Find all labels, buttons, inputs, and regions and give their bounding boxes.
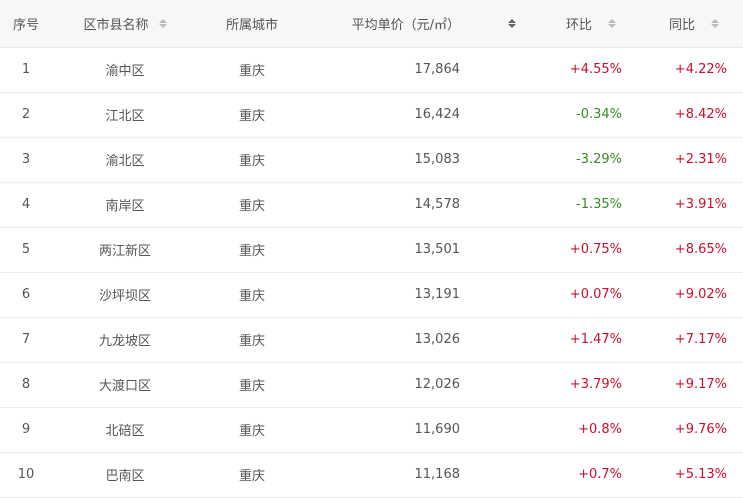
cell-price: 13,026 <box>306 317 536 363</box>
cell-city: 重庆 <box>198 407 306 453</box>
table-row: 10 巴南区 重庆 11,168 +0.7% +5.13% <box>0 452 743 498</box>
cell-price: 17,864 <box>306 47 536 93</box>
cell-city: 重庆 <box>198 317 306 363</box>
cell-city: 重庆 <box>198 182 306 228</box>
header-row: 序号 区市县名称 所属城市 平均单价（元/㎡） 环比 同比 <box>0 0 743 48</box>
cell-price: 13,191 <box>306 272 536 318</box>
cell-district: 沙坪坝区 <box>52 272 198 318</box>
cell-mom: +0.75% <box>536 227 640 273</box>
table-row: 4 南岸区 重庆 14,578 -1.35% +3.91% <box>0 182 743 228</box>
cell-price: 15,083 <box>306 137 536 183</box>
cell-yoy: +8.42% <box>640 92 743 138</box>
header-yoy[interactable]: 同比 <box>640 0 743 48</box>
cell-city: 重庆 <box>198 227 306 273</box>
cell-mom: +0.7% <box>536 452 640 498</box>
cell-idx: 7 <box>0 317 52 363</box>
table-row: 8 大渡口区 重庆 12,026 +3.79% +9.17% <box>0 362 743 408</box>
table-row: 5 两江新区 重庆 13,501 +0.75% +8.65% <box>0 227 743 273</box>
header-district-label: 区市县名称 <box>83 17 149 33</box>
table-body: 1 渝中区 重庆 17,864 +4.55% +4.22% 2 江北区 重庆 16,424 -0.3… <box>0 47 743 498</box>
cell-district: 南岸区 <box>52 182 198 228</box>
cell-price: 16,424 <box>306 92 536 138</box>
cell-district: 九龙坡区 <box>52 317 198 363</box>
cell-idx: 1 <box>0 47 52 93</box>
cell-district: 渝北区 <box>52 137 198 183</box>
sort-price-icon[interactable] <box>508 18 516 28</box>
cell-district: 北碚区 <box>52 407 198 453</box>
header-idx: 序号 <box>0 0 52 48</box>
header-mom-label: 环比 <box>565 17 592 33</box>
cell-city: 重庆 <box>198 362 306 408</box>
cell-yoy: +4.22% <box>640 47 743 93</box>
cell-district: 巴南区 <box>52 452 198 498</box>
sort-mom-icon[interactable] <box>608 18 616 28</box>
cell-yoy: +8.65% <box>640 227 743 273</box>
table-row: 7 九龙坡区 重庆 13,026 +1.47% +7.17% <box>0 317 743 363</box>
district-price-table: 序号 区市县名称 所属城市 平均单价（元/㎡） 环比 同比 1 渝中区 重庆 1… <box>0 0 743 498</box>
cell-yoy: +2.31% <box>640 137 743 183</box>
cell-price: 13,501 <box>306 227 536 273</box>
cell-idx: 5 <box>0 227 52 273</box>
table-row: 9 北碚区 重庆 11,690 +0.8% +9.76% <box>0 407 743 453</box>
cell-idx: 8 <box>0 362 52 408</box>
cell-idx: 3 <box>0 137 52 183</box>
header-district[interactable]: 区市县名称 <box>52 0 198 48</box>
header-mom[interactable]: 环比 <box>536 0 640 48</box>
cell-city: 重庆 <box>198 272 306 318</box>
cell-price: 14,578 <box>306 182 536 228</box>
cell-idx: 2 <box>0 92 52 138</box>
cell-city: 重庆 <box>198 47 306 93</box>
cell-yoy: +7.17% <box>640 317 743 363</box>
cell-price: 12,026 <box>306 362 536 408</box>
cell-district: 渝中区 <box>52 47 198 93</box>
cell-price: 11,168 <box>306 452 536 498</box>
sort-yoy-icon[interactable] <box>711 18 719 28</box>
header-yoy-label: 同比 <box>668 17 695 33</box>
cell-mom: +0.8% <box>536 407 640 453</box>
cell-yoy: +3.91% <box>640 182 743 228</box>
cell-yoy: +9.17% <box>640 362 743 408</box>
cell-mom: -0.34% <box>536 92 640 138</box>
cell-mom: -1.35% <box>536 182 640 228</box>
cell-city: 重庆 <box>198 92 306 138</box>
table-row: 1 渝中区 重庆 17,864 +4.55% +4.22% <box>0 47 743 93</box>
cell-yoy: +9.76% <box>640 407 743 453</box>
cell-mom: +1.47% <box>536 317 640 363</box>
sort-district-icon[interactable] <box>158 18 167 28</box>
cell-idx: 9 <box>0 407 52 453</box>
cell-price: 11,690 <box>306 407 536 453</box>
cell-district: 江北区 <box>52 92 198 138</box>
header-city: 所属城市 <box>198 0 306 48</box>
cell-district: 大渡口区 <box>52 362 198 408</box>
cell-mom: +0.07% <box>536 272 640 318</box>
cell-mom: -3.29% <box>536 137 640 183</box>
cell-district: 两江新区 <box>52 227 198 273</box>
header-price[interactable]: 平均单价（元/㎡） <box>306 0 536 48</box>
cell-city: 重庆 <box>198 137 306 183</box>
cell-mom: +3.79% <box>536 362 640 408</box>
cell-idx: 6 <box>0 272 52 318</box>
table-row: 2 江北区 重庆 16,424 -0.34% +8.42% <box>0 92 743 138</box>
cell-yoy: +5.13% <box>640 452 743 498</box>
cell-city: 重庆 <box>198 452 306 498</box>
cell-idx: 4 <box>0 182 52 228</box>
table-row: 6 沙坪坝区 重庆 13,191 +0.07% +9.02% <box>0 272 743 318</box>
table-header: 序号 区市县名称 所属城市 平均单价（元/㎡） 环比 同比 <box>0 0 743 48</box>
cell-idx: 10 <box>0 452 52 498</box>
table-row: 3 渝北区 重庆 15,083 -3.29% +2.31% <box>0 137 743 183</box>
cell-mom: +4.55% <box>536 47 640 93</box>
header-price-label: 平均单价（元/㎡） <box>351 17 460 33</box>
cell-yoy: +9.02% <box>640 272 743 318</box>
